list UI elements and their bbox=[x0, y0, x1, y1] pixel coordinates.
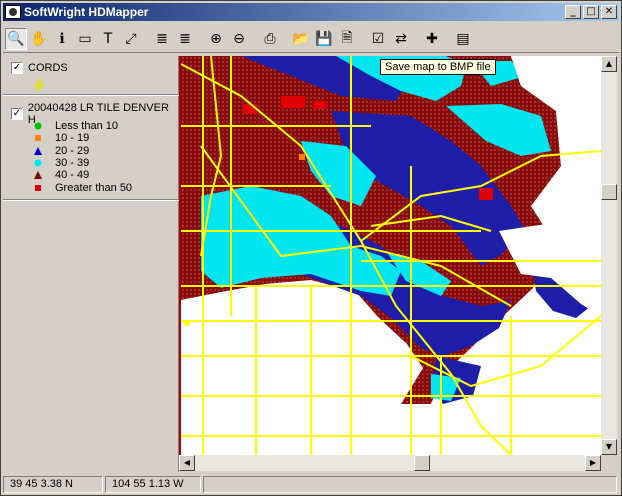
lightning-icon bbox=[33, 78, 45, 92]
vertical-scroll-thumb[interactable] bbox=[601, 184, 617, 200]
legend-label: 40 - 49 bbox=[55, 169, 90, 182]
legend-circle-icon bbox=[33, 121, 43, 131]
app-window: SoftWright HDMapper _ □ ✕ 🔍 ✋ ℹ ▭ T ⤢ ≣ ≣ ⊕ ⊖ ⎙ 📂 💾 🗎… bbox=[0, 0, 622, 496]
legend-square-icon bbox=[33, 183, 43, 193]
scrollbar-corner bbox=[601, 455, 617, 471]
vertical-scrollbar[interactable]: ▲ ▼ bbox=[601, 56, 617, 455]
info-icon[interactable]: ℹ bbox=[51, 28, 73, 50]
map-region-over-50 bbox=[479, 188, 493, 200]
close-button[interactable]: ✕ bbox=[601, 5, 617, 19]
print-icon[interactable]: ⎙ bbox=[259, 28, 281, 50]
zoom-in-icon[interactable]: ⊕ bbox=[205, 28, 227, 50]
coverage-map[interactable] bbox=[181, 56, 601, 455]
scroll-down-button[interactable]: ▼ bbox=[601, 439, 617, 455]
legend-entry: Greater than 50 bbox=[33, 182, 132, 194]
status-bar: 39 45 3.38 N 104 55 1.13 W bbox=[3, 474, 619, 494]
minimize-button[interactable]: _ bbox=[565, 5, 581, 19]
legend-triangle-icon bbox=[33, 170, 43, 180]
app-logo-icon bbox=[5, 5, 21, 19]
pan-hand-icon[interactable]: ✋ bbox=[28, 28, 50, 50]
legend-label: Greater than 50 bbox=[55, 181, 133, 194]
horizontal-scroll-thumb[interactable] bbox=[414, 455, 430, 471]
legend-label: 10 - 19 bbox=[55, 132, 90, 145]
map-region-over-50 bbox=[313, 101, 327, 109]
maximize-button[interactable]: □ bbox=[583, 5, 599, 19]
legend-triangle-icon bbox=[33, 146, 43, 156]
layers-up-icon[interactable]: ≣ bbox=[151, 28, 173, 50]
open-folder-icon[interactable]: 📂 bbox=[290, 28, 312, 50]
road-node bbox=[184, 320, 190, 326]
text-tool-icon[interactable]: T bbox=[97, 28, 119, 50]
layer-checkbox[interactable]: ✓ bbox=[11, 62, 23, 74]
latitude-readout: 39 45 3.38 N bbox=[3, 475, 103, 493]
map-region-10-19 bbox=[299, 154, 305, 160]
scroll-up-button[interactable]: ▲ bbox=[601, 56, 617, 72]
label-tool-icon[interactable]: ▭ bbox=[74, 28, 96, 50]
scroll-left-button[interactable]: ◀ bbox=[179, 455, 195, 471]
export-icon[interactable]: ⇄ bbox=[390, 28, 412, 50]
legend-entry: 40 - 49 bbox=[33, 169, 89, 181]
window-icon[interactable]: ▤ bbox=[452, 28, 474, 50]
legend-label: Less than 10 bbox=[55, 120, 118, 132]
map-region-over-50 bbox=[281, 96, 305, 108]
title-bar[interactable]: SoftWright HDMapper _ □ ✕ bbox=[3, 3, 619, 21]
map-canvas[interactable] bbox=[179, 56, 601, 455]
zoom-tool-icon[interactable]: 🔍 bbox=[5, 27, 27, 50]
save-bmp-icon[interactable]: 🗎 bbox=[336, 28, 358, 50]
legend-circle-icon bbox=[33, 158, 43, 168]
toolbar: 🔍 ✋ ℹ ▭ T ⤢ ≣ ≣ ⊕ ⊖ ⎙ 📂 💾 🗎 ☑ ⇄ ✚ ▤ bbox=[3, 25, 619, 53]
save-bmp-tooltip: Save map to BMP file bbox=[380, 59, 496, 75]
horizontal-scrollbar[interactable]: ◀ ▶ bbox=[179, 455, 601, 471]
layers-down-icon[interactable]: ≣ bbox=[174, 28, 196, 50]
legend-label: 30 - 39 bbox=[55, 156, 90, 169]
add-layer-icon[interactable]: ✚ bbox=[421, 28, 443, 50]
legend-divider bbox=[3, 199, 179, 201]
save-icon[interactable]: 💾 bbox=[313, 28, 335, 50]
layer-label: CORDS bbox=[28, 62, 68, 74]
legend-entry: 10 - 19 bbox=[33, 132, 89, 144]
legend-label: 20 - 29 bbox=[55, 144, 90, 157]
legend-entry: 30 - 39 bbox=[33, 157, 89, 169]
map-region-over-50 bbox=[243, 104, 257, 114]
scroll-right-button[interactable]: ▶ bbox=[585, 455, 601, 471]
window-title: SoftWright HDMapper bbox=[24, 5, 149, 19]
status-empty bbox=[203, 475, 617, 493]
legend-square-icon bbox=[33, 133, 43, 143]
measure-line-icon[interactable]: ⤢ bbox=[120, 28, 142, 50]
layer-cords[interactable]: ✓ CORDS bbox=[11, 62, 68, 74]
legend-entry: Less than 10 bbox=[33, 120, 118, 132]
zoom-out-icon[interactable]: ⊖ bbox=[228, 28, 250, 50]
properties-icon[interactable]: ☑ bbox=[367, 28, 389, 50]
longitude-readout: 104 55 1.13 W bbox=[105, 475, 201, 493]
layer-divider bbox=[3, 94, 179, 96]
layer-checkbox[interactable]: ✓ bbox=[11, 108, 23, 120]
legend-entry: 20 - 29 bbox=[33, 145, 89, 157]
legend-panel: ✓ CORDS ✓ 20040428 LR TILE DENVER H Less… bbox=[3, 56, 179, 472]
